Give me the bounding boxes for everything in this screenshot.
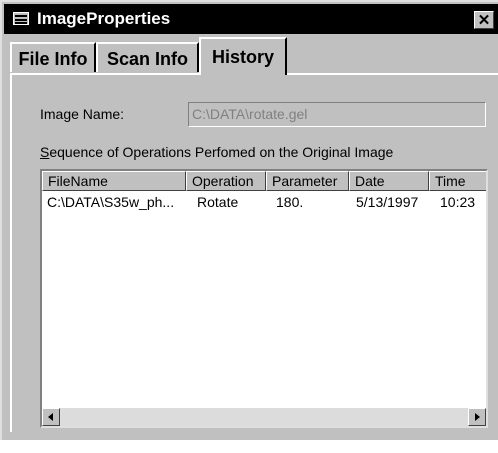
cell-date: 5/13/1997: [356, 194, 419, 210]
operations-list[interactable]: FileName Operation Parameter Date Time C…: [40, 169, 488, 428]
image-name-field[interactable]: C:\DATA\rotate.gel: [188, 102, 486, 127]
tab-scan-info[interactable]: Scan Info: [96, 42, 199, 72]
tab-history[interactable]: History: [199, 37, 287, 75]
cell-filename: C:\DATA\S35w_ph...: [47, 194, 175, 210]
cell-time: 10:23: [440, 194, 476, 210]
sequence-label-accelerator: S: [40, 144, 50, 160]
scroll-right-button[interactable]: [468, 408, 486, 426]
window-title: ImageProperties: [37, 9, 171, 28]
window-menu-icon[interactable]: [13, 12, 29, 25]
column-header-date[interactable]: Date: [349, 171, 429, 191]
table-row[interactable]: C:\DATA\S35w_ph... Rotate 180. 5/13/1997…: [42, 193, 486, 211]
cell-parameter: 180.: [276, 194, 304, 210]
cell-operation: Rotate: [197, 194, 239, 210]
image-properties-window: ImageProperties ✕ File Info Scan Info Hi…: [0, 0, 498, 453]
column-header-time[interactable]: Time: [429, 171, 486, 191]
column-header-parameter[interactable]: Parameter: [266, 171, 349, 191]
dialog-bottom-edge: [2, 432, 498, 440]
title-bar[interactable]: ImageProperties ✕: [4, 4, 498, 34]
scroll-right-arrow-icon: [475, 413, 480, 421]
column-header-filename[interactable]: FileName: [42, 171, 186, 191]
scroll-left-arrow-icon: [48, 413, 53, 421]
sequence-label-text: equence of Operations Perfomed on the Or…: [49, 144, 394, 160]
image-name-label: Image Name:: [40, 106, 125, 122]
close-icon[interactable]: ✕: [474, 11, 494, 29]
list-header: FileName Operation Parameter Date Time: [42, 171, 486, 191]
column-header-operation[interactable]: Operation: [186, 171, 266, 191]
sequence-label: Sequence of Operations Perfomed on the O…: [40, 144, 393, 160]
scroll-left-button[interactable]: [42, 408, 60, 426]
tab-file-info[interactable]: File Info: [10, 42, 96, 72]
horizontal-scrollbar[interactable]: [42, 408, 486, 426]
